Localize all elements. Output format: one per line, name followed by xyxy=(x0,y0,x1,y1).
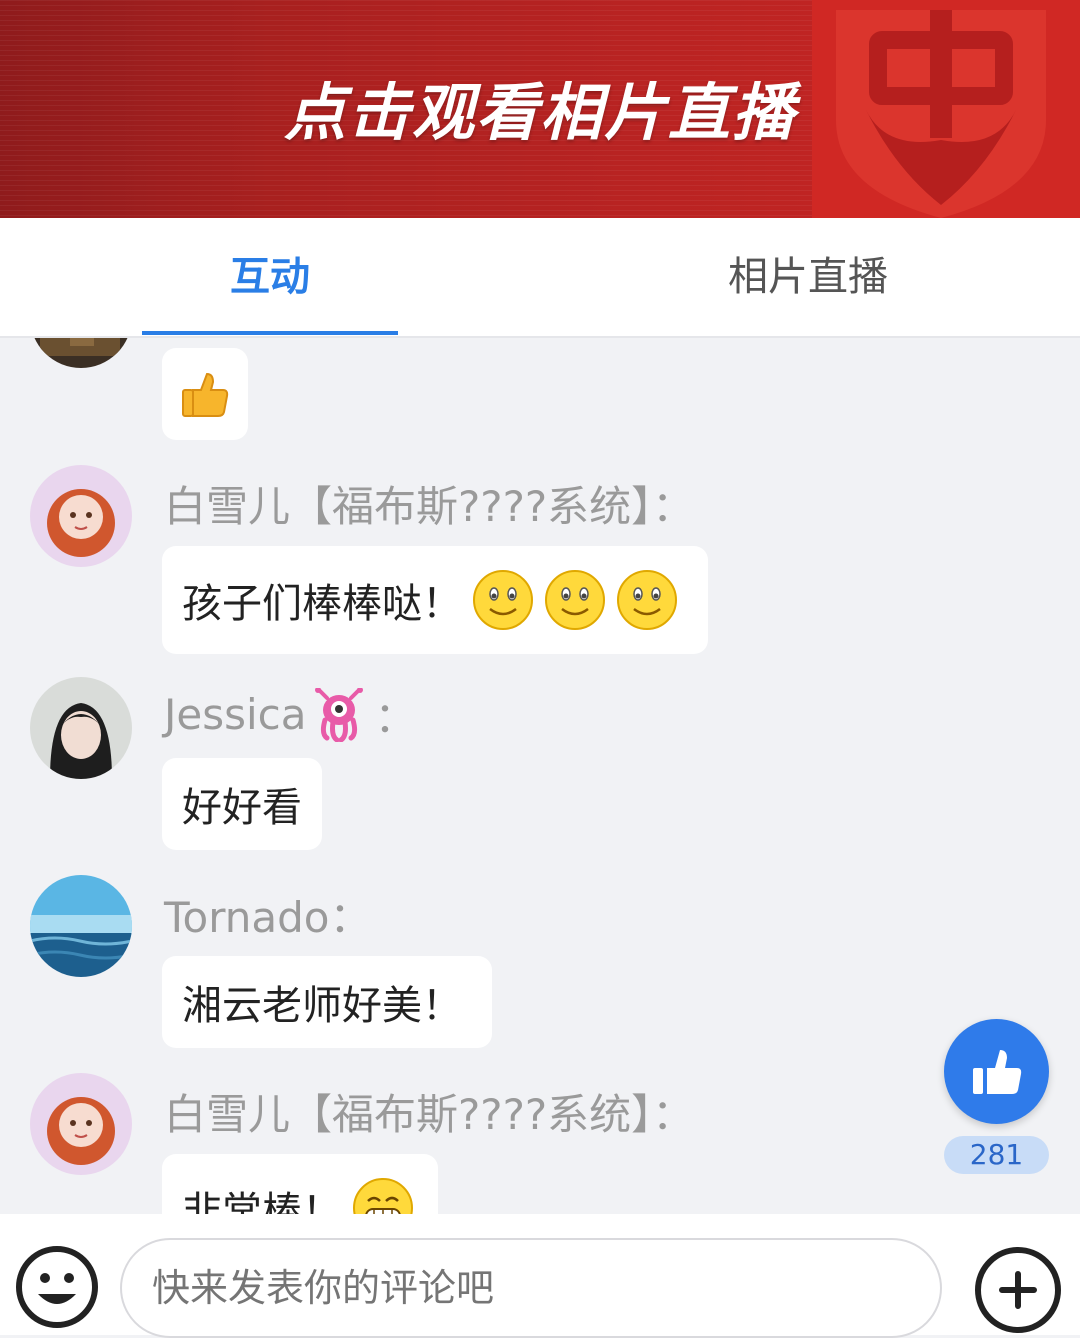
avatar-image xyxy=(30,465,132,567)
username-suffix: ： xyxy=(374,693,417,742)
message-bubble: 好好看 xyxy=(162,758,322,850)
message-bubble xyxy=(162,348,248,440)
username: 白雪儿【福布斯????系统】： xyxy=(164,1090,695,1139)
username: 白雪儿【福布斯????系统】： xyxy=(164,482,695,531)
message-text: 孩子们棒棒哒！ xyxy=(182,581,462,627)
comment-bar xyxy=(0,1214,1080,1338)
avatar-image xyxy=(30,338,132,368)
add-icon[interactable] xyxy=(972,1244,1064,1336)
avatar[interactable] xyxy=(30,875,132,977)
like-button[interactable] xyxy=(944,1019,1049,1124)
live-banner[interactable]: 点击观看相片直播 xyxy=(0,0,1080,218)
banner-title: 点击观看相片直播 xyxy=(283,76,796,149)
message-text: 好好看 xyxy=(182,785,302,831)
emoji-picker-icon[interactable] xyxy=(14,1244,100,1330)
message-bubble: 湘云老师好美！ xyxy=(162,956,492,1048)
message-bubble: 非常棒！ xyxy=(162,1154,438,1214)
chat-list[interactable]: 白雪儿【福布斯????系统】： 孩子们棒棒哒！ Jessica ： 好好看 To… xyxy=(0,338,1080,1214)
avatar-image xyxy=(30,875,132,977)
avatar[interactable] xyxy=(30,1073,132,1175)
username: Jessica ： xyxy=(164,684,417,745)
message-text: 湘云老师好美！ xyxy=(182,983,462,1029)
avatar[interactable] xyxy=(30,465,132,567)
alien-octopus-emoji-icon xyxy=(314,687,363,742)
avatar[interactable] xyxy=(30,677,132,779)
avatar[interactable] xyxy=(30,338,132,368)
thumbs-up-icon xyxy=(972,1049,1021,1094)
like-count-badge: 281 xyxy=(944,1136,1049,1174)
active-tab-indicator xyxy=(142,331,398,335)
thumbs-up-emoji-icon xyxy=(182,372,229,417)
tab-bar: 互动 相片直播 xyxy=(0,218,1080,338)
tab-photo-live[interactable]: 相片直播 xyxy=(680,218,936,336)
grin-emoji-icon xyxy=(353,1178,413,1214)
message-text: 非常棒！ xyxy=(182,1189,342,1214)
smiley-emoji-icon xyxy=(545,570,605,630)
tab-interaction[interactable]: 互动 xyxy=(142,218,398,336)
smiley-emoji-icon xyxy=(473,570,533,630)
comment-input[interactable] xyxy=(120,1238,942,1338)
message-bubble: 孩子们棒棒哒！ xyxy=(162,546,708,654)
avatar-image xyxy=(30,677,132,779)
smiley-emoji-icon xyxy=(617,570,677,630)
username-text: Jessica xyxy=(164,690,307,739)
avatar-image xyxy=(30,1073,132,1175)
username: Tornado： xyxy=(164,893,372,942)
